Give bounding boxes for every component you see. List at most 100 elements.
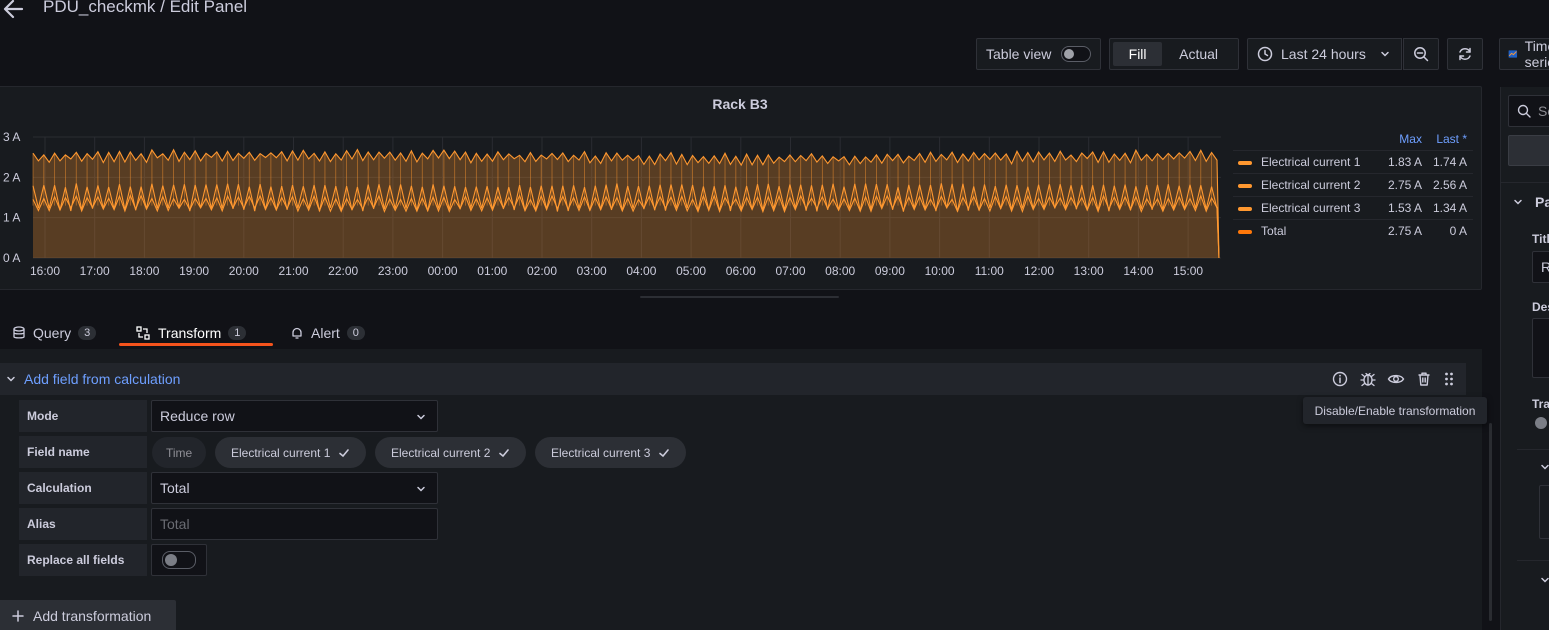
options-filter-button[interactable]: [1508, 135, 1549, 166]
table-view-switch[interactable]: [1061, 46, 1092, 62]
legend-swatch: [1238, 206, 1252, 211]
description-option-textarea[interactable]: [1532, 318, 1549, 378]
tab-query-count: 3: [78, 326, 97, 340]
calculation-value: Total: [160, 480, 190, 496]
x-tick-label: 23:00: [378, 264, 408, 277]
add-transformation-label: Add transformation: [33, 608, 152, 624]
chevron-down-icon[interactable]: [1539, 574, 1549, 586]
x-tick-label: 11:00: [975, 264, 1004, 277]
legend-row[interactable]: Total 2.75 A0 A: [1233, 219, 1473, 242]
title-option-label: Title: [1532, 232, 1549, 246]
legend-swatch: [1238, 160, 1252, 165]
drag-handle-icon[interactable]: [1440, 370, 1458, 388]
legend-max-value: 2.75 A: [1382, 173, 1428, 197]
clock-icon: [1257, 46, 1273, 62]
legend-series-name[interactable]: Electrical current 1: [1233, 150, 1383, 174]
legend-header-last[interactable]: Last *: [1428, 131, 1473, 151]
transformation-header[interactable]: Add field from calculation: [0, 363, 1466, 395]
y-tick-label: 3 A: [3, 130, 20, 144]
tab-query[interactable]: Query 3: [12, 319, 97, 347]
collapsed-options-group: [1539, 485, 1549, 539]
title-option-input[interactable]: Rack B3: [1532, 251, 1549, 283]
check-icon: [659, 448, 670, 457]
transformation-name[interactable]: Add field from calculation: [24, 371, 180, 387]
y-tick-label: 0 A: [3, 251, 20, 265]
check-icon: [339, 448, 350, 457]
time-series-chart[interactable]: 0 A 1 A 2 A 3 A 16:00 17:00 18:00 19:00 20:00 21:…: [0, 127, 1229, 277]
tab-alert-label: Alert: [311, 325, 340, 341]
legend-swatch: [1238, 229, 1252, 234]
page-title: PDU_checkmk / Edit Panel: [43, 0, 248, 16]
chevron-down-icon: [1514, 199, 1522, 205]
replace-all-fields-toggle[interactable]: [151, 544, 207, 576]
check-icon: [499, 448, 510, 457]
options-search-input[interactable]: Search options: [1508, 95, 1549, 127]
y-tick-label: 2 A: [3, 170, 20, 184]
chevron-down-icon[interactable]: [1539, 461, 1549, 473]
mode-label: Mode: [19, 400, 147, 432]
field-pill-electrical-current-2[interactable]: Electrical current 2: [375, 437, 527, 468]
legend-row[interactable]: Electrical current 1 1.83 A 1.74 A: [1233, 150, 1473, 174]
x-tick-label: 15:00: [1173, 264, 1203, 277]
chevron-down-icon[interactable]: [6, 374, 16, 384]
divider: [1517, 449, 1549, 450]
time-range-label: Last 24 hours: [1281, 46, 1366, 62]
fill-option[interactable]: Fill: [1113, 42, 1163, 66]
tab-alert[interactable]: Alert 0: [290, 319, 365, 347]
visualization-picker[interactable]: Time series: [1499, 38, 1549, 70]
x-tick-label: 04:00: [626, 264, 656, 277]
x-tick-label: 16:00: [30, 264, 60, 277]
panel-preview: Rack B3 0 A 1 A 2 A 3 A 16:00 17:00 18:00 19:00…: [0, 86, 1482, 290]
time-range-picker[interactable]: Last 24 hours: [1247, 38, 1402, 70]
trash-icon[interactable]: [1415, 370, 1433, 388]
legend-row[interactable]: Electrical current 2 2.75 A 2.56 A: [1233, 173, 1473, 197]
legend-row[interactable]: Electrical current 3 1.53 A 1.34 A: [1233, 196, 1473, 220]
divider: [1500, 182, 1549, 183]
transparent-option-switch[interactable]: [1535, 417, 1547, 429]
legend-series-name[interactable]: Total: [1233, 219, 1383, 242]
x-tick-label: 20:00: [229, 264, 259, 277]
tooltip: Disable/Enable transformation: [1303, 397, 1487, 424]
x-tick-label: 13:00: [1074, 264, 1104, 277]
tab-transform-count: 1: [228, 326, 247, 340]
field-pill-electrical-current-1[interactable]: Electrical current 1: [215, 437, 367, 468]
table-view-toggle[interactable]: Table view: [976, 38, 1101, 70]
panel-resize-handle[interactable]: [640, 296, 839, 298]
mode-select[interactable]: Reduce row: [151, 400, 438, 432]
mode-value: Reduce row: [160, 408, 235, 424]
field-pill-time[interactable]: Time: [152, 437, 207, 468]
x-tick-label: 17:00: [80, 264, 110, 277]
refresh-button[interactable]: [1447, 38, 1483, 70]
arrow-left-icon[interactable]: [2, 0, 26, 20]
add-transformation-button[interactable]: Add transformation: [0, 600, 176, 630]
transform-scrollbar[interactable]: [1489, 423, 1492, 621]
graph-icon: [1508, 50, 1518, 58]
calculation-select[interactable]: Total: [151, 472, 438, 504]
legend-max-value: 2.75 A: [1382, 219, 1428, 242]
legend-header-max[interactable]: Max: [1383, 131, 1428, 151]
chevron-down-icon: [417, 486, 425, 492]
zoom-out-button[interactable]: [1403, 38, 1439, 70]
field-pill-label: Electrical current 3: [551, 445, 651, 460]
panel-options-section-title: Panel options: [1535, 194, 1549, 210]
tab-query-label: Query: [33, 325, 72, 341]
eye-icon[interactable]: [1387, 370, 1405, 388]
zoom-out-icon: [1414, 47, 1429, 62]
legend-label: Total: [1261, 224, 1287, 238]
legend-label: Electrical current 1: [1261, 155, 1361, 169]
field-pill-electrical-current-3[interactable]: Electrical current 3: [535, 437, 687, 468]
legend-max-value: 1.53 A: [1382, 196, 1428, 220]
transform-icon: [136, 326, 150, 340]
fill-actual-radio-group[interactable]: Fill Actual: [1109, 38, 1239, 70]
x-tick-label: 01:00: [477, 264, 507, 277]
bug-icon[interactable]: [1359, 370, 1377, 388]
legend-series-name[interactable]: Electrical current 2: [1233, 173, 1383, 197]
panel-options-section-header[interactable]: Panel options: [1513, 194, 1549, 210]
y-tick-label: 1 A: [3, 211, 20, 225]
legend-series-name[interactable]: Electrical current 3: [1233, 196, 1383, 220]
info-icon[interactable]: [1331, 370, 1349, 388]
replace-all-fields-switch[interactable]: [162, 551, 196, 569]
actual-option[interactable]: Actual: [1162, 42, 1235, 66]
alias-input[interactable]: Total: [151, 508, 438, 540]
x-tick-label: 19:00: [179, 264, 209, 277]
